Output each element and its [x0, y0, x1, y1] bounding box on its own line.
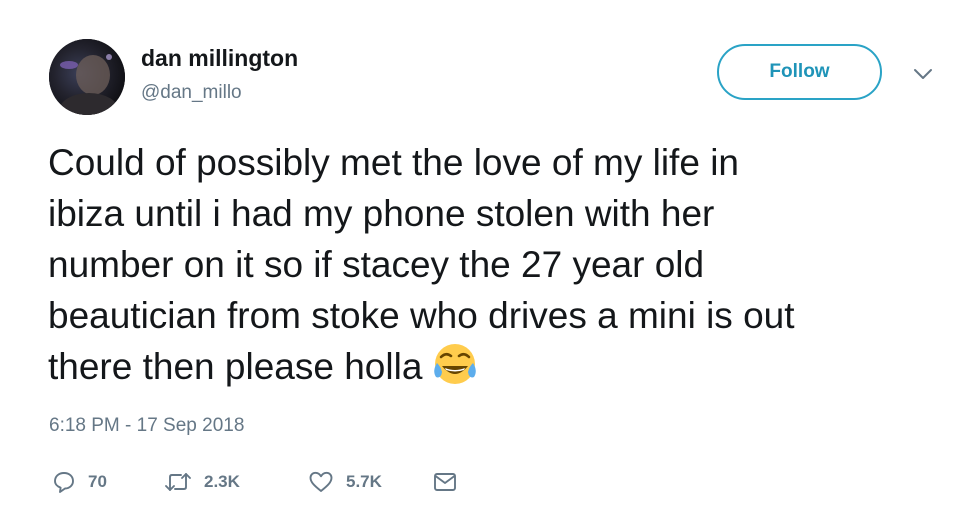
- author-display-name[interactable]: dan millington: [141, 45, 298, 72]
- heart-icon: [308, 470, 334, 494]
- tweet-text: Could of possibly met the love of my lif…: [48, 137, 948, 392]
- tweet-text-line: beautician from stoke who drives a mini …: [48, 295, 795, 336]
- like-count: 5.7K: [346, 472, 382, 491]
- retweet-icon: [164, 470, 192, 494]
- tweet-text-line: ibiza until i had my phone stolen with h…: [48, 193, 715, 234]
- chevron-down-icon[interactable]: [912, 66, 934, 82]
- tweet-text-line-last: there then please holla: [48, 341, 948, 392]
- tweet-text-line: there then please holla: [48, 346, 423, 387]
- face-with-tears-of-joy-icon: [432, 341, 478, 387]
- reply-count: 70: [88, 472, 107, 491]
- retweet-button[interactable]: 2.3K: [164, 466, 240, 498]
- tweet-text-line: Could of possibly met the love of my lif…: [48, 142, 739, 183]
- direct-message-button[interactable]: [432, 466, 458, 498]
- author-handle[interactable]: @dan_millo: [141, 82, 242, 104]
- reply-button[interactable]: 70: [52, 466, 107, 498]
- tweet-card: dan millington @dan_millo Follow Could o…: [0, 0, 980, 522]
- retweet-count: 2.3K: [204, 472, 240, 491]
- tweet-text-line: number on it so if stacey the 27 year ol…: [48, 244, 705, 285]
- avatar[interactable]: [49, 39, 125, 115]
- reply-icon: [52, 470, 76, 494]
- envelope-icon: [432, 470, 458, 494]
- follow-button[interactable]: Follow: [717, 44, 882, 100]
- like-button[interactable]: 5.7K: [308, 466, 382, 498]
- tweet-timestamp[interactable]: 6:18 PM - 17 Sep 2018: [49, 415, 244, 437]
